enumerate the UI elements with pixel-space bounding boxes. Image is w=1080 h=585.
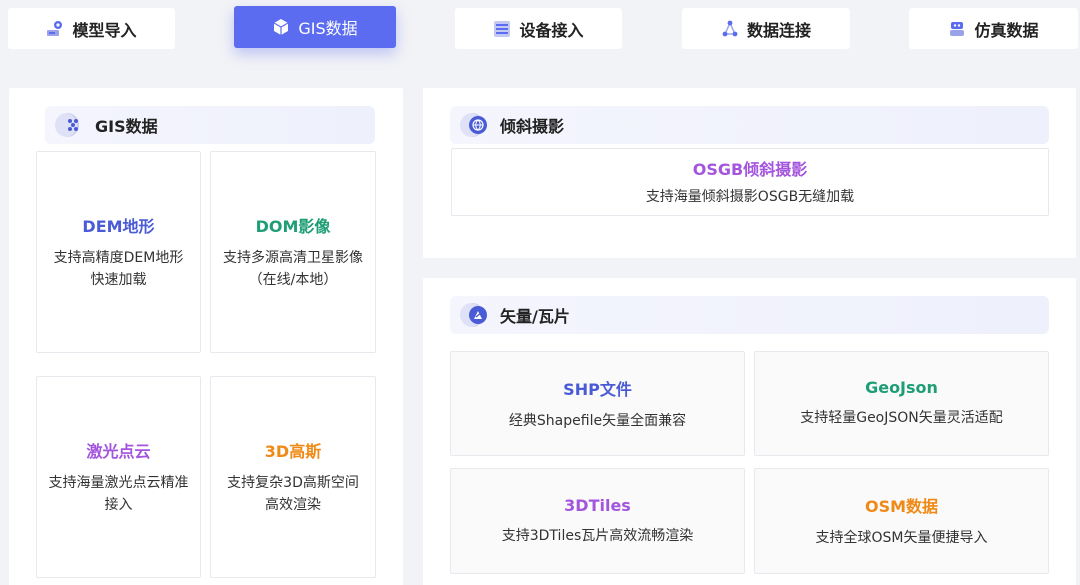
card-title: SHP文件: [563, 379, 632, 399]
card-desc: 支持3DTiles瓦片高效流畅渲染: [501, 527, 694, 544]
device-icon: [493, 20, 511, 38]
card-osm-data[interactable]: OSM数据 支持全球OSM矢量便捷导入: [754, 468, 1049, 574]
connection-icon: [721, 20, 739, 38]
card-dem-terrain[interactable]: DEM地形 支持高精度DEM地形快速加载: [36, 151, 201, 353]
card-desc: 支持轻量GeoJSON矢量灵活适配: [800, 410, 1003, 426]
card-desc: 支持全球OSM矢量便捷导入: [815, 530, 988, 546]
card-title: GeoJson: [865, 378, 938, 397]
vector-section-header: 矢量/瓦片: [450, 296, 1049, 334]
card-desc: 支持高精度DEM地形快速加载: [53, 250, 184, 288]
tab-simulation-data[interactable]: 仿真数据: [909, 8, 1078, 49]
card-desc: 支持多源高清卫星影像（在线/本地）: [223, 250, 363, 288]
cube-icon: [272, 18, 290, 36]
tab-gis-data[interactable]: GIS数据: [234, 6, 396, 48]
card-title: DEM地形: [82, 217, 155, 236]
card-shp-file[interactable]: SHP文件 经典Shapefile矢量全面兼容: [450, 351, 745, 456]
card-3d-gaussian[interactable]: 3D高斯 支持复杂3D高斯空间 高效渲染: [210, 376, 376, 578]
card-title: OSM数据: [864, 497, 939, 516]
tab-label: 数据连接: [746, 20, 811, 40]
section-title: 矢量/瓦片: [500, 307, 570, 326]
card-title: 激光点云: [86, 442, 151, 461]
globe-icon: [460, 110, 490, 140]
card-desc: 经典Shapefile矢量全面兼容: [508, 412, 687, 429]
section-title: 倾斜摄影: [500, 117, 565, 136]
card-desc: 支持海量倾斜摄影OSGB无缝加载: [645, 189, 855, 205]
card-3dtiles[interactable]: 3DTiles 支持3DTiles瓦片高效流畅渲染: [450, 468, 745, 574]
robot-icon: [948, 20, 966, 38]
card-title: 3DTiles: [564, 495, 631, 515]
tab-device-access[interactable]: 设备接入: [455, 8, 622, 49]
tab-model-import[interactable]: 模型导入: [8, 8, 175, 49]
card-osgb-oblique[interactable]: OSGB倾斜摄影 支持海量倾斜摄影OSGB无缝加载: [451, 148, 1049, 216]
tab-label: 模型导入: [72, 20, 137, 40]
card-title: OSGB倾斜摄影: [692, 160, 808, 179]
section-title: GIS数据: [95, 117, 158, 136]
tab-label: 仿真数据: [974, 20, 1039, 40]
card-title: DOM影像: [255, 217, 331, 236]
tab-label: 设备接入: [519, 20, 584, 40]
card-desc-line2: 高效渲染: [265, 497, 321, 513]
tab-data-connection[interactable]: 数据连接: [682, 8, 850, 49]
oblique-section-header: 倾斜摄影: [450, 106, 1049, 144]
gis-data-section-header: GIS数据: [45, 106, 375, 144]
card-geojson[interactable]: GeoJson 支持轻量GeoJSON矢量灵活适配: [754, 351, 1049, 456]
card-title: 3D高斯: [264, 442, 322, 461]
gis-dots-icon: [55, 110, 85, 140]
model-import-icon: [46, 20, 64, 38]
tab-label: GIS数据: [298, 19, 358, 38]
card-desc: 支持复杂3D高斯空间: [227, 475, 359, 491]
card-desc: 支持海量激光点云精准接入: [48, 475, 189, 513]
card-lidar-point-cloud[interactable]: 激光点云 支持海量激光点云精准接入: [36, 376, 201, 578]
card-dom-imagery[interactable]: DOM影像 支持多源高清卫星影像（在线/本地）: [210, 151, 376, 353]
compass-icon: [460, 300, 490, 330]
